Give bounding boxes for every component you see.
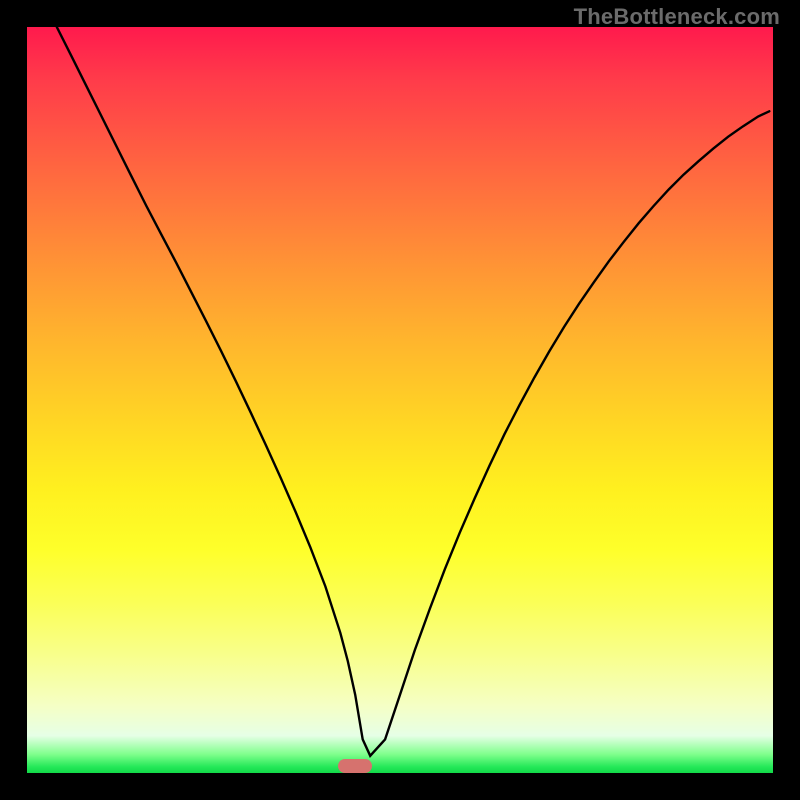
chart-frame: TheBottleneck.com (0, 0, 800, 800)
watermark-text: TheBottleneck.com (574, 4, 780, 30)
curve-path (57, 27, 770, 756)
optimum-marker (338, 759, 372, 773)
bottleneck-curve (0, 0, 800, 800)
